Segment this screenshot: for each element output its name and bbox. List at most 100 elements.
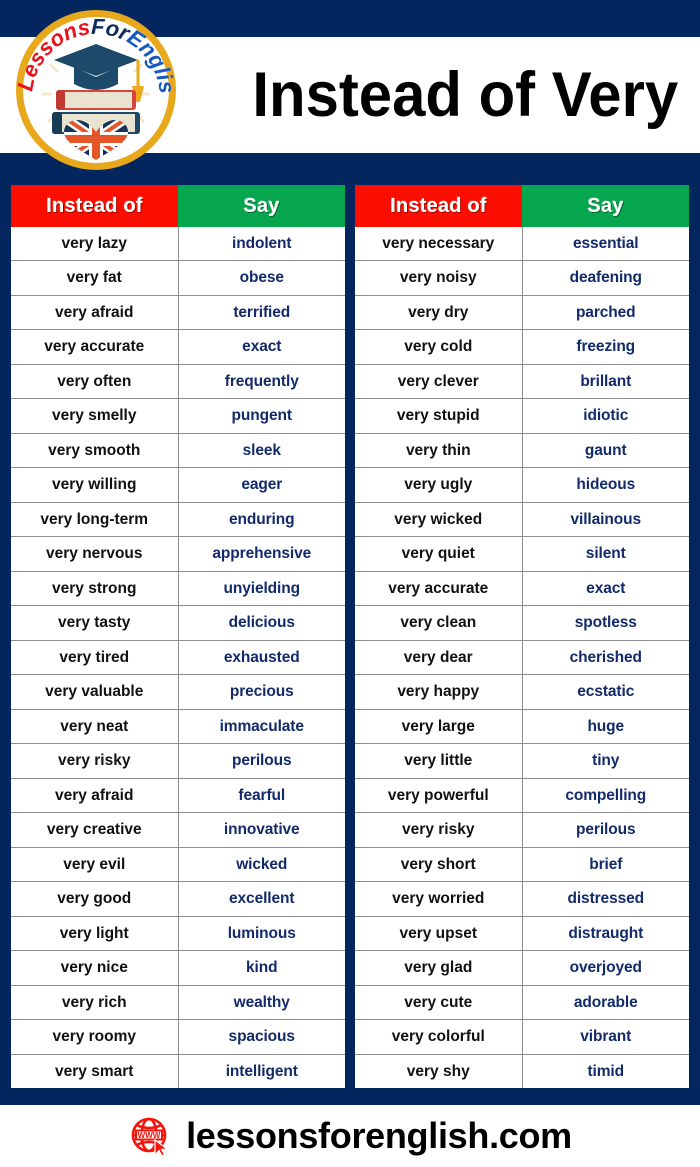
cell-say: excellent <box>229 890 295 908</box>
cell-instead-of: very cold <box>355 330 523 364</box>
cell-instead-of: very clean <box>355 606 523 640</box>
table-row: very tired exhausted <box>11 639 345 675</box>
table-left: Instead of Say very lazy indolent very fa… <box>10 184 346 1089</box>
table-row: very wicked villainous <box>355 501 689 537</box>
cell-instead-of: very risky <box>11 744 179 778</box>
table-row: very dear cherished <box>355 639 689 675</box>
cell-say: spotless <box>574 614 637 632</box>
table-row: very neat immaculate <box>11 708 345 744</box>
cell-say: perilous <box>576 821 636 839</box>
table-row: very happy ecstatic <box>355 674 689 709</box>
cell-say: terrified <box>233 303 291 321</box>
table-row: very strong unyielding <box>11 570 345 606</box>
table-row: very powerful compelling <box>355 777 689 813</box>
cell-say: immaculate <box>219 717 304 735</box>
cell-say: wealthy <box>233 993 290 1011</box>
cell-instead-of: very quiet <box>355 537 523 571</box>
table-row: very necessary essential <box>355 227 689 261</box>
table-row: very often frequently <box>11 363 345 399</box>
cell-instead-of: very happy <box>355 675 523 709</box>
cell-instead-of: very risky <box>355 813 523 847</box>
page-header: Instead of Very LessonsForEnglish.Com <box>0 0 700 180</box>
table-row: very dry parched <box>355 294 689 330</box>
cell-instead-of: very valuable <box>11 675 179 709</box>
table-row: very good excellent <box>11 881 345 916</box>
cell-say: apprehensive <box>212 545 312 563</box>
table-right-header-row: Instead of Say <box>355 185 689 227</box>
table-row: very shy timid <box>355 1053 689 1089</box>
table-row: very smelly pungent <box>11 398 345 433</box>
cell-say: wicked <box>236 855 288 873</box>
cell-instead-of: very cute <box>355 985 523 1020</box>
cell-instead-of: very evil <box>11 847 179 882</box>
cell-say: essential <box>573 234 639 252</box>
cell-instead-of: very strong <box>11 571 179 606</box>
globe-www-icon: WWW <box>128 1114 172 1158</box>
table-row: very creative innovative <box>11 812 345 847</box>
table-row: very long-term enduring <box>11 501 345 537</box>
cell-instead-of: very necessary <box>355 227 523 261</box>
table-left-header-row: Instead of Say <box>11 185 345 227</box>
cell-say: huge <box>587 717 625 735</box>
cell-instead-of: very little <box>355 744 523 778</box>
table-row: very roomy spacious <box>11 1019 345 1054</box>
table-row: very tasty delicious <box>11 605 345 640</box>
cell-instead-of: very glad <box>355 951 523 985</box>
cell-instead-of: very fat <box>11 261 179 295</box>
table-row: very upset distraught <box>355 915 689 951</box>
table-row: very clever brillant <box>355 363 689 399</box>
cell-say: unyielding <box>223 579 300 597</box>
cell-instead-of: very long-term <box>11 502 179 537</box>
table-row: very afraid fearful <box>11 777 345 813</box>
cell-say: distraught <box>568 924 644 942</box>
cell-instead-of: very ugly <box>355 468 523 502</box>
cell-instead-of: very stupid <box>355 399 523 433</box>
cell-instead-of: very afraid <box>11 778 179 813</box>
cell-instead-of: very roomy <box>11 1020 179 1054</box>
svg-text:WWW: WWW <box>138 1131 161 1140</box>
cell-instead-of: very nice <box>11 951 179 985</box>
footer-site-url[interactable]: lessonsforenglish.com <box>186 1115 572 1157</box>
cell-instead-of: very smart <box>11 1054 179 1089</box>
cell-instead-of: very smelly <box>11 399 179 433</box>
table-row: very accurate exact <box>355 570 689 606</box>
cell-say: kind <box>246 959 278 977</box>
cell-instead-of: very light <box>11 916 179 951</box>
column-header-instead-of: Instead of <box>11 185 178 227</box>
table-row: very little tiny <box>355 743 689 778</box>
cell-instead-of: very smooth <box>11 433 179 468</box>
table-row: very worried distressed <box>355 881 689 916</box>
column-header-say: Say <box>178 185 345 227</box>
cell-instead-of: very tired <box>11 640 179 675</box>
table-row: very nice kind <box>11 950 345 985</box>
cell-instead-of: very creative <box>11 813 179 847</box>
cell-instead-of: very lazy <box>11 227 179 261</box>
cell-say: villainous <box>570 510 642 528</box>
cell-say: timid <box>587 1062 625 1080</box>
cell-say: delicious <box>228 614 295 632</box>
cell-say: hideous <box>576 476 636 494</box>
cell-say: intelligent <box>225 1062 298 1080</box>
table-row: very risky perilous <box>11 743 345 778</box>
page-footer: WWW lessonsforenglish.com <box>0 1105 700 1167</box>
cell-instead-of: very clever <box>355 364 523 399</box>
cell-instead-of: very upset <box>355 916 523 951</box>
cell-instead-of: very accurate <box>11 330 179 364</box>
cell-say: obese <box>239 269 284 287</box>
site-logo[interactable]: LessonsForEnglish.Com <box>12 6 180 174</box>
cell-instead-of: very shy <box>355 1054 523 1089</box>
cell-say: precious <box>229 683 294 701</box>
cell-say: brief <box>589 855 623 873</box>
cell-instead-of: very worried <box>355 882 523 916</box>
table-row: very fat obese <box>11 260 345 295</box>
cell-say: luminous <box>227 924 296 942</box>
cell-instead-of: very powerful <box>355 778 523 813</box>
table-row: very valuable precious <box>11 674 345 709</box>
cell-instead-of: very short <box>355 847 523 882</box>
table-row: very colorful vibrant <box>355 1019 689 1054</box>
column-header-say: Say <box>522 185 689 227</box>
cell-say: gaunt <box>584 441 627 459</box>
table-row: very smooth sleek <box>11 432 345 468</box>
cell-say: fearful <box>238 786 286 804</box>
cell-say: parched <box>575 303 636 321</box>
